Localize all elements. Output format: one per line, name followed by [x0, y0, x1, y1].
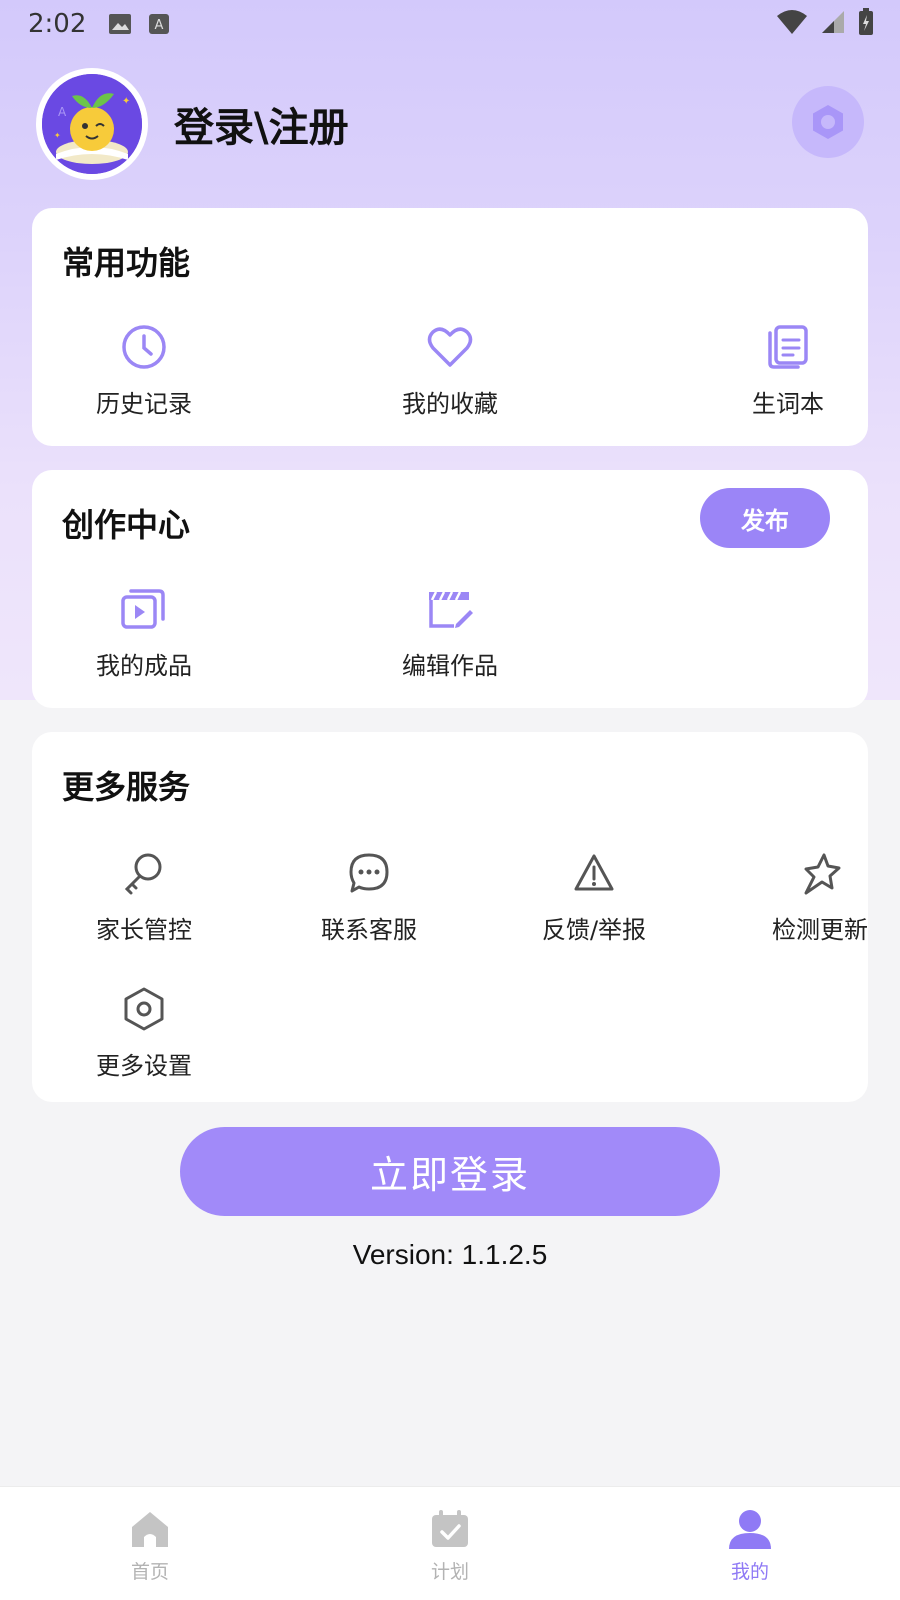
- status-bar: 2:02 A: [0, 0, 900, 48]
- video-stack-icon: [121, 589, 165, 629]
- history-label: 历史记录: [96, 390, 192, 418]
- key-icon: [124, 853, 162, 895]
- card-title: 更多服务: [62, 768, 191, 806]
- star-icon: [804, 853, 841, 895]
- wifi-icon: [777, 10, 807, 34]
- warning-icon: [574, 854, 614, 891]
- heart-icon: [427, 327, 473, 367]
- login-now-button[interactable]: 立即登录: [180, 1127, 720, 1216]
- svg-text:A: A: [58, 105, 67, 119]
- more-services-card: 更多服务 家长管控 联系客服 反馈/举报 检测更新 更多设置: [32, 732, 868, 1102]
- status-time: 2:02: [28, 9, 87, 39]
- check-update-label: 检测更新: [772, 916, 868, 944]
- edit-works-label: 编辑作品: [402, 652, 498, 680]
- svg-text:A: A: [155, 18, 164, 33]
- history-item[interactable]: 历史记录: [64, 322, 224, 419]
- home-icon: [132, 1512, 168, 1547]
- vocabulary-label: 生词本: [752, 390, 824, 418]
- svg-text:✦: ✦: [54, 131, 61, 140]
- customer-service-item[interactable]: 联系客服: [289, 848, 449, 945]
- battery-icon: [859, 8, 873, 35]
- mascot-logo-icon: A ✦ ✦: [42, 74, 142, 174]
- clapperboard-edit-icon: [429, 591, 473, 628]
- common-functions-card: 常用功能 历史记录 我的收藏 生词本: [32, 208, 868, 446]
- tab-home[interactable]: 首页: [100, 1509, 200, 1584]
- more-settings-label: 更多设置: [96, 1052, 192, 1080]
- text-notification-icon: A: [149, 14, 170, 34]
- avatar[interactable]: A ✦ ✦: [36, 68, 148, 180]
- tab-mine[interactable]: 我的: [700, 1509, 800, 1584]
- clock-icon: [122, 325, 166, 369]
- image-notification-icon: [109, 14, 132, 34]
- creation-center-card: 创作中心 发布 我的成品 编辑作品: [32, 470, 868, 708]
- person-icon: [729, 1510, 771, 1549]
- profile-header: A ✦ ✦ 登录\注册: [36, 68, 864, 180]
- login-register-link[interactable]: 登录\注册: [174, 95, 349, 153]
- tab-plan[interactable]: 计划: [400, 1509, 500, 1584]
- publish-button[interactable]: 发布: [700, 488, 830, 548]
- tab-home-label: 首页: [130, 1561, 169, 1583]
- chat-bubble-icon: [349, 853, 389, 893]
- calendar-check-icon: [432, 1510, 468, 1547]
- bottom-tab-bar: 首页 计划 我的: [0, 1486, 900, 1600]
- feedback-report-item[interactable]: 反馈/举报: [514, 848, 674, 945]
- my-products-label: 我的成品: [96, 652, 192, 680]
- vocabulary-item[interactable]: 生词本: [708, 322, 868, 419]
- tab-mine-label: 我的: [730, 1561, 769, 1583]
- notebook-icon: [768, 325, 808, 369]
- svg-text:✦: ✦: [122, 96, 130, 107]
- feedback-report-label: 反馈/举报: [541, 916, 647, 944]
- hexagon-settings-icon: [813, 105, 843, 139]
- edit-works-item[interactable]: 编辑作品: [370, 584, 530, 681]
- check-update-item[interactable]: 检测更新: [740, 848, 900, 945]
- card-title: 创作中心: [62, 506, 191, 544]
- tab-plan-label: 计划: [430, 1561, 469, 1583]
- customer-service-label: 联系客服: [321, 916, 417, 944]
- my-products-item[interactable]: 我的成品: [64, 584, 224, 681]
- more-settings-item[interactable]: 更多设置: [64, 984, 224, 1081]
- parental-control-label: 家长管控: [96, 916, 192, 944]
- settings-button[interactable]: [792, 86, 864, 158]
- hexagon-settings-icon: [124, 987, 164, 1031]
- favorites-label: 我的收藏: [402, 390, 498, 418]
- version-text: Version: 1.1.2.5: [352, 1239, 548, 1270]
- cell-signal-icon: [822, 11, 844, 33]
- card-title: 常用功能: [62, 244, 191, 282]
- parental-control-item[interactable]: 家长管控: [64, 848, 224, 945]
- favorites-item[interactable]: 我的收藏: [370, 322, 530, 419]
